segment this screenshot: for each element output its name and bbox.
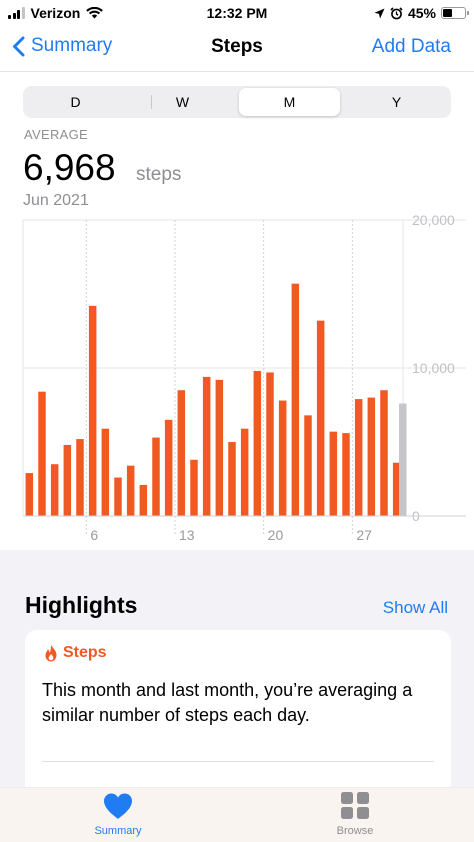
navigation-bar: Summary Steps Add Data [0,26,474,72]
chart-bar [253,370,262,516]
chart-bar [215,379,224,516]
segment-week[interactable]: W [132,88,233,116]
highlight-card-title: Steps [63,644,107,661]
chart-bar [152,437,160,516]
steps-bar-chart[interactable]: 20,00010,00006 13 20 27 [0,212,474,542]
chart-xtick-label: 13 [179,527,195,542]
chart-bar [101,428,110,516]
chart-bar [342,433,350,516]
tab-summary[interactable]: Summary [58,792,178,837]
average-unit: steps [136,164,182,185]
battery-percent: 45% [407,5,436,21]
chart-bar [126,465,135,516]
chart-bar [278,400,287,516]
chart-bar [380,390,388,516]
chart-bar-current [399,403,407,516]
tab-bar: Summary Browse [0,787,474,842]
chart-bar [228,442,236,516]
chart-ytick-label: 20,000 [412,212,455,228]
chart-bar [316,320,325,516]
battery-icon [441,7,469,19]
flame-icon [45,644,57,662]
chart-bar [329,431,338,516]
chart-bar [291,283,300,516]
chart-bar [177,390,186,516]
period-label: Jun 2021 [23,192,89,209]
chart-bar [76,439,84,516]
highlight-card-text: This month and last month, you’re averag… [42,680,413,725]
steps-chart[interactable]: 20,000 10,000 0 6 13 20 27 [0,212,474,542]
heart-icon [104,793,132,819]
segment-month[interactable]: M [239,88,340,116]
average-value: 6,968 [23,147,116,188]
segment-day[interactable]: D [25,88,126,116]
status-right: 45% [374,5,469,21]
chart-bar [367,397,376,516]
highlight-card[interactable]: Steps This month and last month, you’re … [25,630,451,800]
chart-bar [266,372,274,516]
chart-bar [240,428,249,516]
chart-xtick-label: 27 [356,527,372,542]
chart-xtick-label: 20 [268,527,284,542]
segment-year[interactable]: Y [346,88,447,116]
location-arrow-icon [374,8,385,18]
status-bar: Verizon 12:32 PM 45% [0,0,474,26]
chart-ytick-label: 10,000 [412,360,455,376]
highlight-card-header: Steps [43,644,107,662]
tab-browse[interactable]: Browse [295,792,415,837]
grid-icon [341,792,369,819]
chart-bar [63,444,72,516]
chart-bar [190,459,198,516]
chart-bar [25,473,34,516]
chart-bar [38,391,46,516]
chart-bar [88,305,97,516]
average-label: AVERAGE [24,127,88,142]
period-segmented-control: D W M Y [23,86,451,118]
show-all-button[interactable]: Show All [383,598,448,618]
chart-bar [50,464,59,516]
alarm-icon [390,6,403,19]
tab-summary-label: Summary [94,825,142,837]
chart-bar [114,477,122,516]
chart-bar [304,415,312,516]
chart-bar [354,399,363,516]
card-divider [42,761,434,762]
chart-bar [139,484,148,516]
chart-xtick-label: 6 [90,527,98,542]
chart-bar [164,419,173,516]
tab-browse-label: Browse [336,825,374,837]
add-data-button[interactable]: Add Data [372,36,451,58]
highlights-title: Highlights [25,592,138,618]
chart-bar [202,376,211,516]
